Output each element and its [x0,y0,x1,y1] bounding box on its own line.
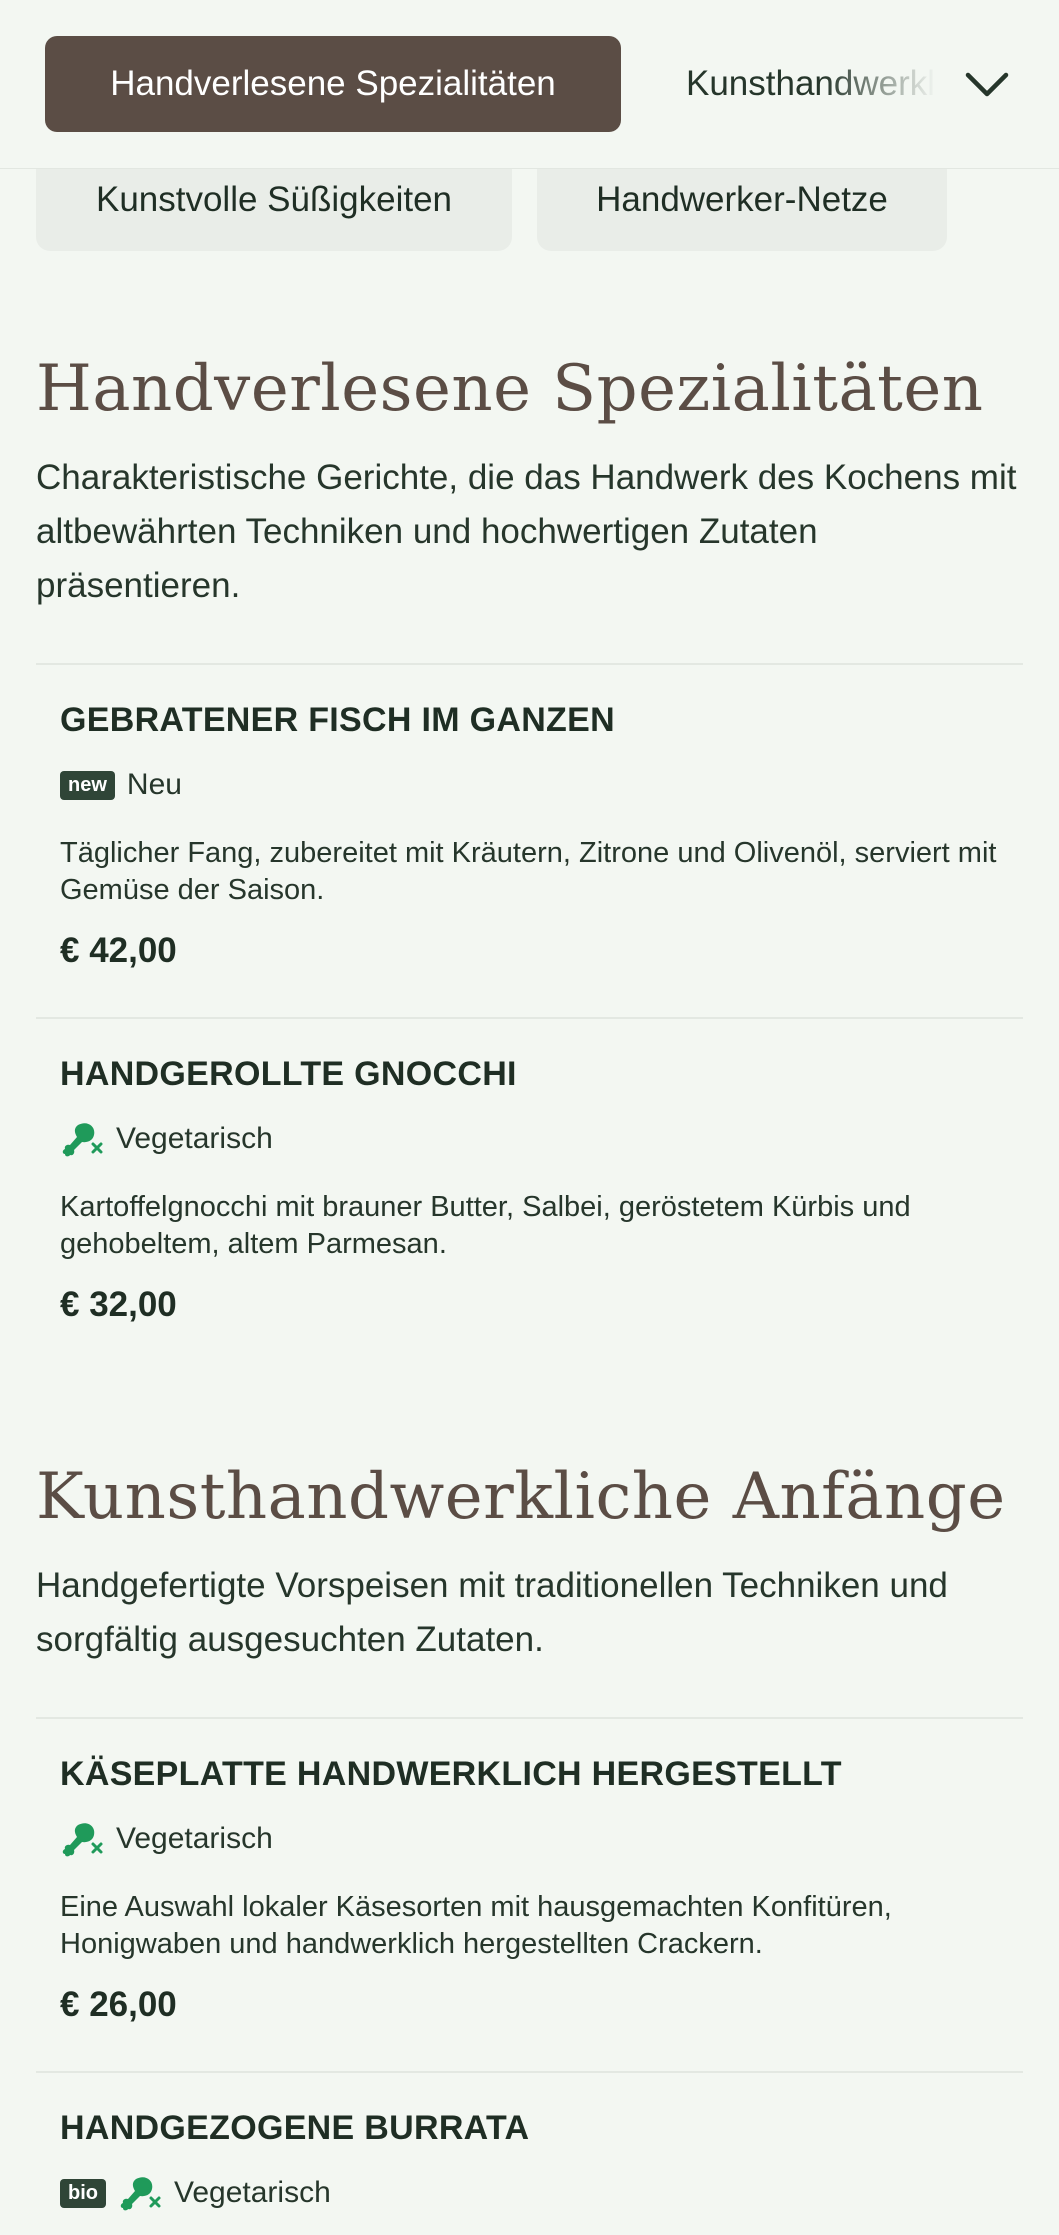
new-badge: new [60,770,115,800]
tag-label: Neu [126,768,182,801]
item-name: KÄSEPLATTE HANDWERKLICH HERGESTELLT [60,1755,842,1793]
section-description: Charakteristische Gerichte, die das Hand… [36,458,1017,605]
menu-item[interactable]: HANDGEROLLTE GNOCCHI Vegetarisch Kartoff… [36,1017,1023,1372]
item-tags: Vegetarisch [60,1119,273,1159]
tag-label: Vegetarisch [116,1822,273,1855]
item-tags: new Neu [60,765,182,805]
tag-label: Vegetarisch [116,1122,273,1155]
item-name: GEBRATENER FISCH IM GANZEN [60,701,615,739]
section-description: Handgefertigte Vorspeisen mit traditione… [36,1566,948,1659]
item-name: HANDGEZOGENE BURRATA [60,2109,530,2147]
menu-item[interactable]: KÄSEPLATTE HANDWERKLICH HERGESTELLT Vege… [36,1717,1023,2072]
item-price: € 32,00 [60,1285,177,1324]
item-price: € 42,00 [60,931,177,970]
section-title: Handverlesene Spezialitäten [36,352,984,426]
item-name: HANDGEROLLTE GNOCCHI [60,1055,517,1093]
tab-handverlesene-spezialitaeten[interactable]: Handverlesene Spezialitäten [45,36,621,132]
section-title: Kunsthandwerkliche Anfänge [36,1460,1006,1534]
vegetarian-icon [118,2173,162,2213]
category-nav: Handverlesene Spezialitäten Kunsthandwer… [0,0,1059,169]
item-tags: bio Vegetarisch [60,2173,331,2213]
item-description: Kartoffelgnocchi mit brauner Butter, Sal… [60,1191,911,1260]
menu-item[interactable]: GEBRATENER FISCH IM GANZEN new Neu Tägli… [36,663,1023,1018]
item-description: Eine Auswahl lokaler Käsesorten mit haus… [60,1891,892,1960]
item-price: € 26,00 [60,1985,177,2024]
menu-item[interactable]: HANDGEZOGENE BURRATA bio Vegetarisch [36,2071,1023,2235]
chevron-down-icon[interactable] [962,60,1012,110]
item-description: Täglicher Fang, zubereitet mit Kräutern,… [60,837,997,906]
vegetarian-icon [60,1819,104,1859]
vegetarian-icon [60,1119,104,1159]
tab-kunsthandwerkliche-anfaenge[interactable]: Kunsthandwerkliche Anfänge [686,36,936,132]
tag-label: Vegetarisch [174,2176,331,2209]
item-tags: Vegetarisch [60,1819,273,1859]
bio-badge: bio [60,2178,106,2208]
